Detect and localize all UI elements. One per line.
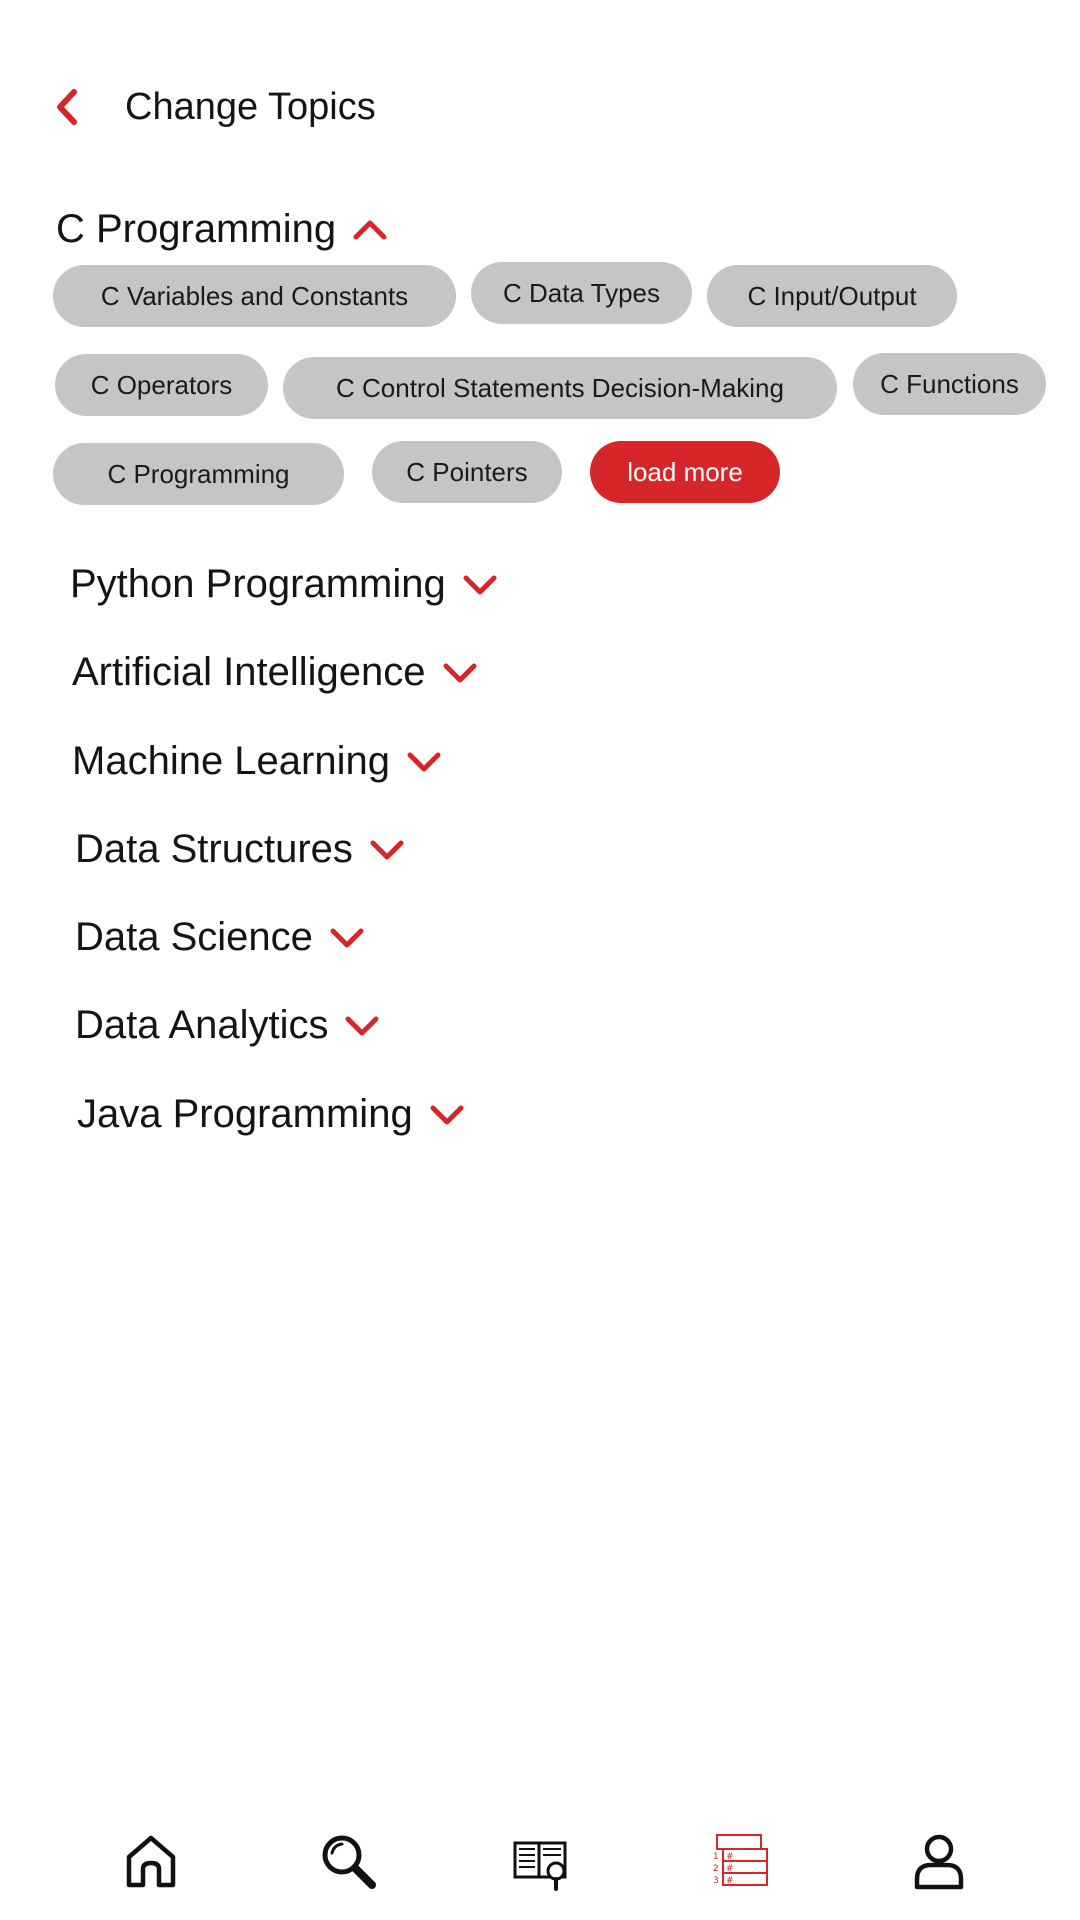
chevron-down-icon [370,840,404,860]
topic-chip[interactable]: C Programming [53,443,344,505]
section-title: Machine Learning [72,739,390,783]
home-icon [126,1835,176,1888]
chevron-down-icon [430,1105,464,1125]
topic-chip[interactable]: C Data Types [471,262,692,324]
bottom-nav: 1 2 3 # # # [0,1820,1080,1920]
section-machine-learning[interactable]: Machine Learning [72,737,442,785]
section-title: C Programming [56,207,337,251]
section-data-analytics[interactable]: Data Analytics [75,1001,380,1049]
topic-chip[interactable]: C Variables and Constants [53,265,456,327]
section-title: Data Analytics [75,1003,329,1047]
section-artificial-intelligence[interactable]: Artificial Intelligence [72,648,478,696]
topic-chip[interactable]: C Control Statements Decision-Making [283,357,837,419]
book-search-icon [513,1841,567,1891]
section-java-programming[interactable]: Java Programming [77,1090,465,1138]
section-data-science[interactable]: Data Science [75,913,365,961]
chevron-down-icon [443,663,476,683]
chevron-down-icon [407,752,441,772]
profile-icon [914,1834,964,1890]
nav-library[interactable] [506,1826,576,1896]
page-title: Change Topics [125,86,376,128]
nav-home[interactable] [116,1826,186,1896]
section-c-programming[interactable]: C Programming [56,205,388,253]
chevron-down-icon [330,928,364,948]
chevron-down-icon [345,1016,379,1036]
section-title: Artificial Intelligence [72,650,426,694]
svg-text:#: # [726,1852,734,1862]
nav-topics[interactable]: 1 2 3 # # # [706,1826,776,1896]
nav-profile[interactable] [904,1826,974,1896]
search-icon [322,1835,376,1889]
section-title: Java Programming [77,1092,413,1136]
chevron-left-icon [57,89,77,125]
svg-text:#: # [726,1876,734,1886]
load-more-button[interactable]: load more [590,441,780,503]
topic-chip[interactable]: C Pointers [372,441,562,503]
section-title: Data Structures [75,827,353,871]
topic-chip[interactable]: C Functions [853,353,1046,415]
section-data-structures[interactable]: Data Structures [75,825,405,873]
svg-text:2: 2 [713,1864,719,1874]
top-bar: Change Topics [0,0,1080,160]
nav-search[interactable] [313,1826,383,1896]
section-title: Data Science [75,915,313,959]
svg-text:#: # [726,1864,734,1874]
section-python-programming[interactable]: Python Programming [70,560,498,608]
back-button[interactable] [48,82,88,132]
topics-list-icon: 1 2 3 # # # [713,1834,768,1886]
svg-text:3: 3 [713,1876,719,1886]
svg-text:1: 1 [713,1852,719,1862]
chevron-down-icon [463,575,497,595]
section-title: Python Programming [70,562,446,606]
topic-chip[interactable]: C Operators [55,354,268,416]
topic-chip[interactable]: C Input/Output [707,265,957,327]
chevron-up-icon [353,220,387,240]
